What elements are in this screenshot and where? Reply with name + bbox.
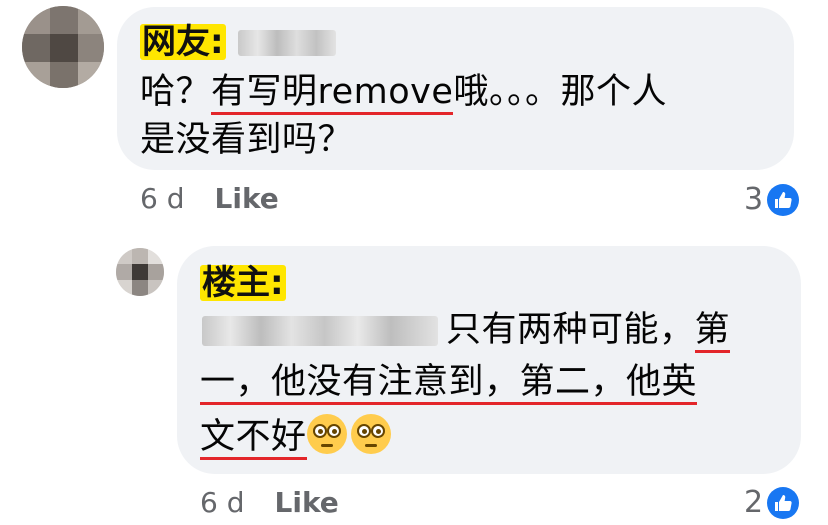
reply-meta: 6 d Like — [200, 486, 339, 519]
reaction-count: 2 — [744, 485, 764, 520]
reply-text-line: 只有两种可能，第 — [446, 308, 731, 353]
reply-text-line: 文不好 — [200, 414, 395, 460]
reply-author-tag: 楼主: — [200, 263, 286, 303]
reaction-summary[interactable]: 3 — [744, 182, 800, 217]
underlined-text: 第 — [694, 310, 731, 353]
reply-age[interactable]: 6 d — [200, 486, 245, 519]
flushed-face-emoji-icon — [350, 414, 391, 454]
thumbs-up-icon — [767, 486, 800, 519]
reaction-count: 3 — [744, 182, 764, 217]
underlined-text: 有写明remove — [211, 72, 454, 115]
comment-text-line: 是没看到吗？ — [140, 120, 354, 160]
comment-age[interactable]: 6 d — [140, 182, 185, 215]
underlined-text: 一，他没有注意到，第二，他英 — [200, 362, 698, 405]
reaction-summary[interactable]: 2 — [744, 485, 800, 520]
blurred-mention-name[interactable] — [202, 316, 438, 346]
blurred-commenter-name[interactable] — [238, 30, 336, 56]
comment-meta: 6 d Like — [140, 182, 279, 215]
like-button[interactable]: Like — [275, 486, 339, 519]
commenter-tag: 网友: — [140, 22, 226, 62]
underlined-text: 文不好 — [200, 417, 307, 460]
comment-text-line: 哈？有写明remove哦。。。那个人 — [140, 70, 667, 115]
reply-text-line: 一，他没有注意到，第二，他英 — [200, 360, 698, 405]
thumbs-up-icon — [767, 183, 800, 216]
commenter-avatar[interactable] — [22, 6, 104, 88]
like-button[interactable]: Like — [215, 182, 279, 215]
reply-avatar[interactable] — [116, 248, 164, 296]
flushed-face-emoji-icon — [306, 414, 347, 454]
